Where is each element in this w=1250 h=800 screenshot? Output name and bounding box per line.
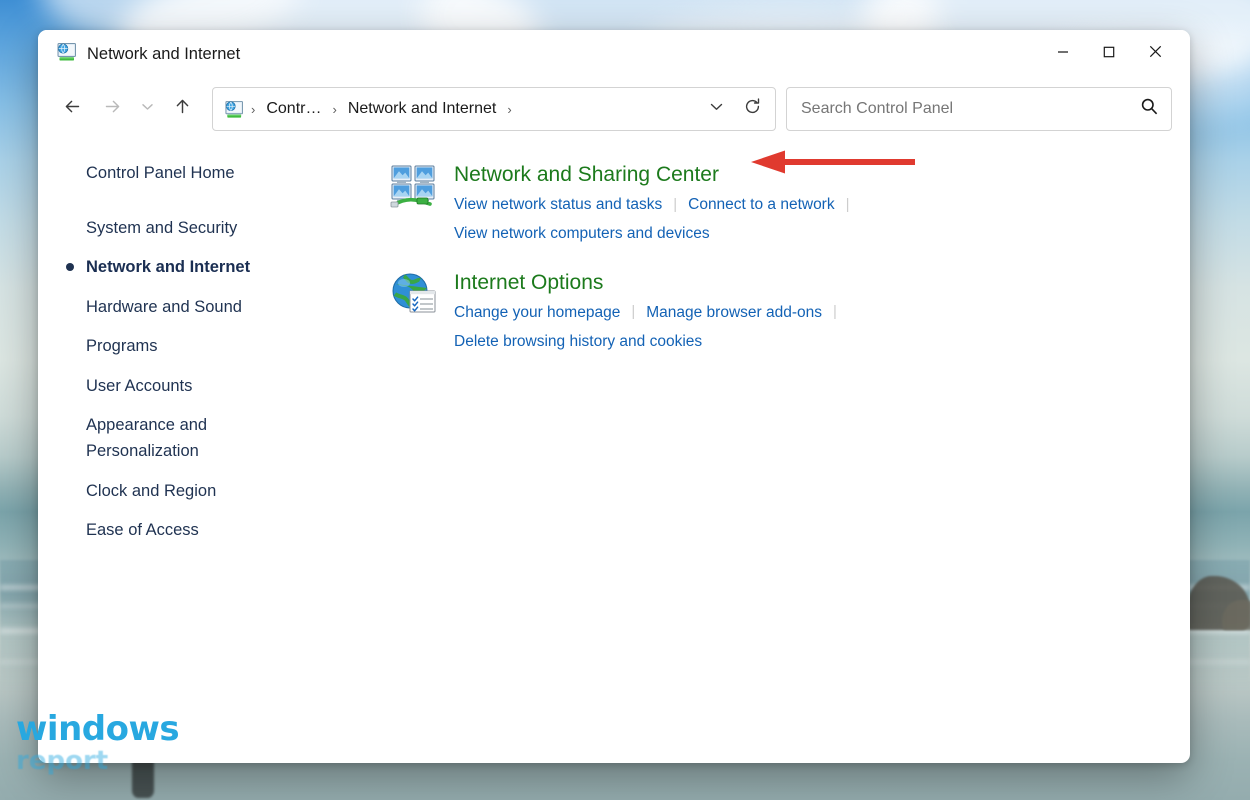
- chevron-down-icon: [708, 98, 725, 120]
- category-body: Internet Options Change your homepage | …: [454, 270, 1190, 356]
- link-manage-browser-add-ons[interactable]: Manage browser add-ons: [646, 299, 822, 326]
- breadcrumb-separator: ›: [504, 102, 514, 117]
- breadcrumb-item-network-and-internet[interactable]: Network and Internet: [342, 97, 503, 121]
- window-title: Network and Internet: [87, 45, 240, 64]
- title-bar-left: Network and Internet: [38, 42, 1040, 67]
- sidebar-item-label: Ease of Access: [86, 518, 199, 544]
- sidebar-item-user-accounts[interactable]: User Accounts: [38, 367, 338, 407]
- link-separator: |: [835, 192, 861, 218]
- window-body: Control Panel Home System and Security N…: [38, 140, 1190, 763]
- forward-button[interactable]: [92, 89, 132, 129]
- sidebar-item-network-and-internet[interactable]: Network and Internet: [38, 248, 338, 288]
- forward-arrow-icon: [102, 96, 123, 122]
- back-button[interactable]: [52, 89, 92, 129]
- breadcrumb: › Contr… › Network and Internet ›: [248, 97, 699, 121]
- sidebar-item-clock-and-region[interactable]: Clock and Region: [38, 472, 338, 512]
- selected-bullet-icon: [66, 263, 74, 271]
- minimize-button[interactable]: [1040, 30, 1086, 78]
- sidebar-item-label: System and Security: [86, 216, 237, 242]
- search-input[interactable]: [801, 100, 1140, 118]
- sidebar-item-label: Hardware and Sound: [86, 295, 242, 321]
- sidebar-item-programs[interactable]: Programs: [38, 327, 338, 367]
- category-links-row: View network status and tasks | Connect …: [454, 191, 1190, 218]
- minimize-icon: [1057, 45, 1069, 63]
- sidebar-item-label: Appearance and Personalization: [86, 413, 320, 464]
- window-controls: [1040, 30, 1178, 78]
- address-bar[interactable]: › Contr… › Network and Internet ›: [212, 87, 776, 131]
- sidebar-item-label: Network and Internet: [86, 255, 250, 281]
- breadcrumb-separator: ›: [248, 102, 258, 117]
- back-arrow-icon: [62, 96, 83, 122]
- category-links-row: Delete browsing history and cookies: [454, 328, 1190, 355]
- category-list: Network and Sharing Center View network …: [390, 140, 1190, 763]
- sidebar-item-hardware-and-sound[interactable]: Hardware and Sound: [38, 288, 338, 328]
- address-dropdown-button[interactable]: [699, 91, 733, 127]
- title-bar: Network and Internet: [38, 30, 1190, 78]
- sidebar-item-appearance-and-personalization[interactable]: Appearance and Personalization: [38, 406, 338, 471]
- category-internet-options: Internet Options Change your homepage | …: [390, 270, 1190, 356]
- category-body: Network and Sharing Center View network …: [454, 162, 1190, 248]
- link-view-network-computers-and-devices[interactable]: View network computers and devices: [454, 220, 710, 247]
- sidebar: Control Panel Home System and Security N…: [38, 140, 390, 763]
- sidebar-item-control-panel-home[interactable]: Control Panel Home: [38, 154, 338, 194]
- close-icon: [1149, 45, 1162, 63]
- category-title-network-and-sharing-center[interactable]: Network and Sharing Center: [454, 162, 719, 188]
- link-view-network-status-and-tasks[interactable]: View network status and tasks: [454, 191, 662, 218]
- up-arrow-icon: [172, 96, 193, 122]
- maximize-button[interactable]: [1086, 30, 1132, 78]
- link-separator: |: [620, 299, 646, 325]
- recent-locations-button[interactable]: [132, 89, 162, 129]
- internet-options-globe-icon: [390, 270, 438, 356]
- category-links-row: View network computers and devices: [454, 220, 1190, 247]
- sidebar-item-label: Control Panel Home: [86, 161, 235, 187]
- link-delete-browsing-history-and-cookies[interactable]: Delete browsing history and cookies: [454, 328, 702, 355]
- category-links-row: Change your homepage | Manage browser ad…: [454, 299, 1190, 326]
- navigation-toolbar: › Contr… › Network and Internet ›: [38, 78, 1190, 140]
- address-bar-icon: [223, 100, 244, 119]
- maximize-icon: [1103, 45, 1115, 63]
- headland-rock: [1222, 600, 1250, 630]
- chevron-down-icon: [140, 99, 155, 119]
- sidebar-item-label: Clock and Region: [86, 479, 216, 505]
- desktop-wallpaper: Network and Internet: [0, 0, 1250, 800]
- headland-rock: [1186, 576, 1250, 630]
- link-connect-to-a-network[interactable]: Connect to a network: [688, 191, 834, 218]
- close-button[interactable]: [1132, 30, 1178, 78]
- sidebar-item-system-and-security[interactable]: System and Security: [38, 209, 338, 249]
- link-separator: |: [662, 192, 688, 218]
- sidebar-item-ease-of-access[interactable]: Ease of Access: [38, 511, 338, 551]
- search-icon[interactable]: [1140, 97, 1159, 121]
- sidebar-item-label: Programs: [86, 334, 158, 360]
- network-sharing-center-icon: [390, 162, 438, 248]
- category-title-internet-options[interactable]: Internet Options: [454, 270, 603, 296]
- sidebar-item-label: User Accounts: [86, 374, 192, 400]
- link-separator: |: [822, 299, 848, 325]
- breadcrumb-separator: ›: [329, 102, 339, 117]
- search-box[interactable]: [786, 87, 1172, 131]
- refresh-icon: [743, 97, 762, 121]
- category-network-and-sharing-center: Network and Sharing Center View network …: [390, 162, 1190, 248]
- link-change-your-homepage[interactable]: Change your homepage: [454, 299, 620, 326]
- refresh-button[interactable]: [735, 91, 769, 127]
- network-monitor-icon: [55, 42, 77, 67]
- breadcrumb-item-control-panel[interactable]: Contr…: [260, 97, 327, 121]
- control-panel-window: Network and Internet: [38, 30, 1190, 763]
- up-button[interactable]: [162, 89, 202, 129]
